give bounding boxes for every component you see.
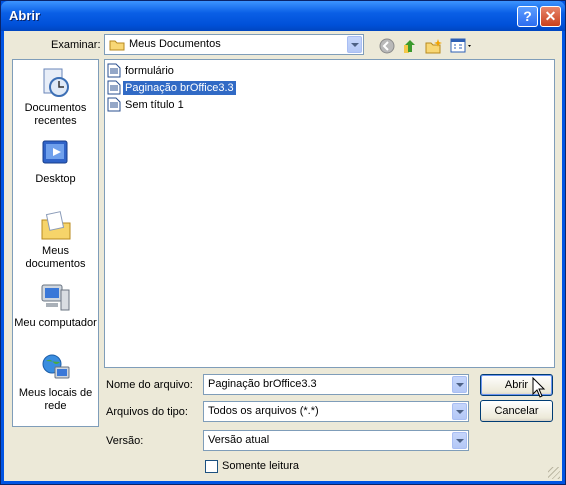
filetype-label: Arquivos do tipo: bbox=[106, 406, 188, 418]
place-recent-documents[interactable]: Documentos recentes bbox=[13, 67, 98, 128]
lookin-label: Examinar: bbox=[51, 39, 101, 51]
dialog-body: Examinar: Meus Documentos Documentos rec… bbox=[4, 31, 562, 481]
my-documents-icon bbox=[41, 211, 70, 240]
place-label: Meus documentos bbox=[25, 245, 86, 270]
chevron-down-icon[interactable] bbox=[452, 376, 467, 393]
file-list[interactable]: formulário Paginação brOffice3.3 Sem tít… bbox=[104, 59, 555, 368]
chevron-down-icon[interactable] bbox=[452, 403, 467, 420]
recent-documents-icon bbox=[43, 68, 69, 97]
file-item[interactable]: formulário bbox=[107, 63, 176, 78]
desktop-icon bbox=[42, 140, 67, 164]
place-network[interactable]: Meus locais de rede bbox=[13, 352, 98, 413]
file-item-selected[interactable]: Paginação brOffice3.3 bbox=[107, 80, 236, 95]
filetype-value: Todos os arquivos (*.*) bbox=[208, 405, 319, 417]
file-name: formulário bbox=[125, 64, 174, 77]
document-icon bbox=[107, 97, 121, 112]
window-title: Abrir bbox=[9, 8, 41, 23]
place-label: Meus locais de rede bbox=[18, 387, 93, 412]
close-button[interactable]: ✕ bbox=[540, 6, 561, 27]
filename-label: Nome do arquivo: bbox=[106, 379, 193, 391]
lookin-combo[interactable]: Meus Documentos bbox=[104, 34, 364, 55]
lookin-value: Meus Documentos bbox=[129, 38, 221, 50]
chevron-down-icon[interactable] bbox=[347, 36, 362, 53]
readonly-label[interactable]: Somente leitura bbox=[222, 460, 299, 472]
open-dialog: Abrir ? ✕ Examinar: Meus Documentos Docu… bbox=[0, 0, 566, 485]
file-item[interactable]: Sem título 1 bbox=[107, 97, 186, 112]
title-bar[interactable]: Abrir ? ✕ bbox=[1, 1, 565, 31]
cancel-button[interactable]: Cancelar bbox=[480, 400, 553, 422]
network-places-icon bbox=[42, 354, 69, 379]
mouse-cursor-icon bbox=[532, 377, 546, 398]
folder-icon bbox=[109, 40, 125, 51]
document-icon bbox=[107, 80, 121, 95]
version-value: Versão atual bbox=[208, 434, 270, 446]
my-computer-icon bbox=[41, 284, 69, 311]
document-icon bbox=[107, 63, 121, 78]
readonly-checkbox[interactable] bbox=[205, 460, 218, 473]
view-menu-icon[interactable] bbox=[450, 38, 474, 54]
version-label: Versão: bbox=[106, 435, 144, 447]
place-my-documents[interactable]: Meus documentos bbox=[13, 210, 98, 271]
filetype-combo[interactable]: Todos os arquivos (*.*) bbox=[203, 401, 469, 422]
file-name: Sem título 1 bbox=[125, 98, 184, 111]
chevron-down-icon[interactable] bbox=[452, 432, 467, 449]
file-name: Paginação brOffice3.3 bbox=[123, 80, 236, 95]
help-button[interactable]: ? bbox=[517, 6, 538, 27]
place-my-computer[interactable]: Meu computador bbox=[13, 282, 98, 330]
place-label: Meu computador bbox=[14, 317, 97, 329]
place-label: Desktop bbox=[35, 173, 76, 185]
resize-grip[interactable] bbox=[548, 467, 560, 479]
place-label: Documentos recentes bbox=[24, 102, 87, 127]
back-icon[interactable] bbox=[379, 38, 395, 54]
filename-combo[interactable]: Paginação brOffice3.3 bbox=[203, 374, 469, 395]
version-combo[interactable]: Versão atual bbox=[203, 430, 469, 451]
new-folder-icon[interactable] bbox=[425, 38, 443, 54]
places-bar: Documentos recentes Desktop Meus documen… bbox=[12, 59, 99, 427]
up-folder-icon[interactable] bbox=[402, 37, 418, 54]
place-desktop[interactable]: Desktop bbox=[13, 138, 98, 186]
filename-value: Paginação brOffice3.3 bbox=[208, 378, 317, 390]
